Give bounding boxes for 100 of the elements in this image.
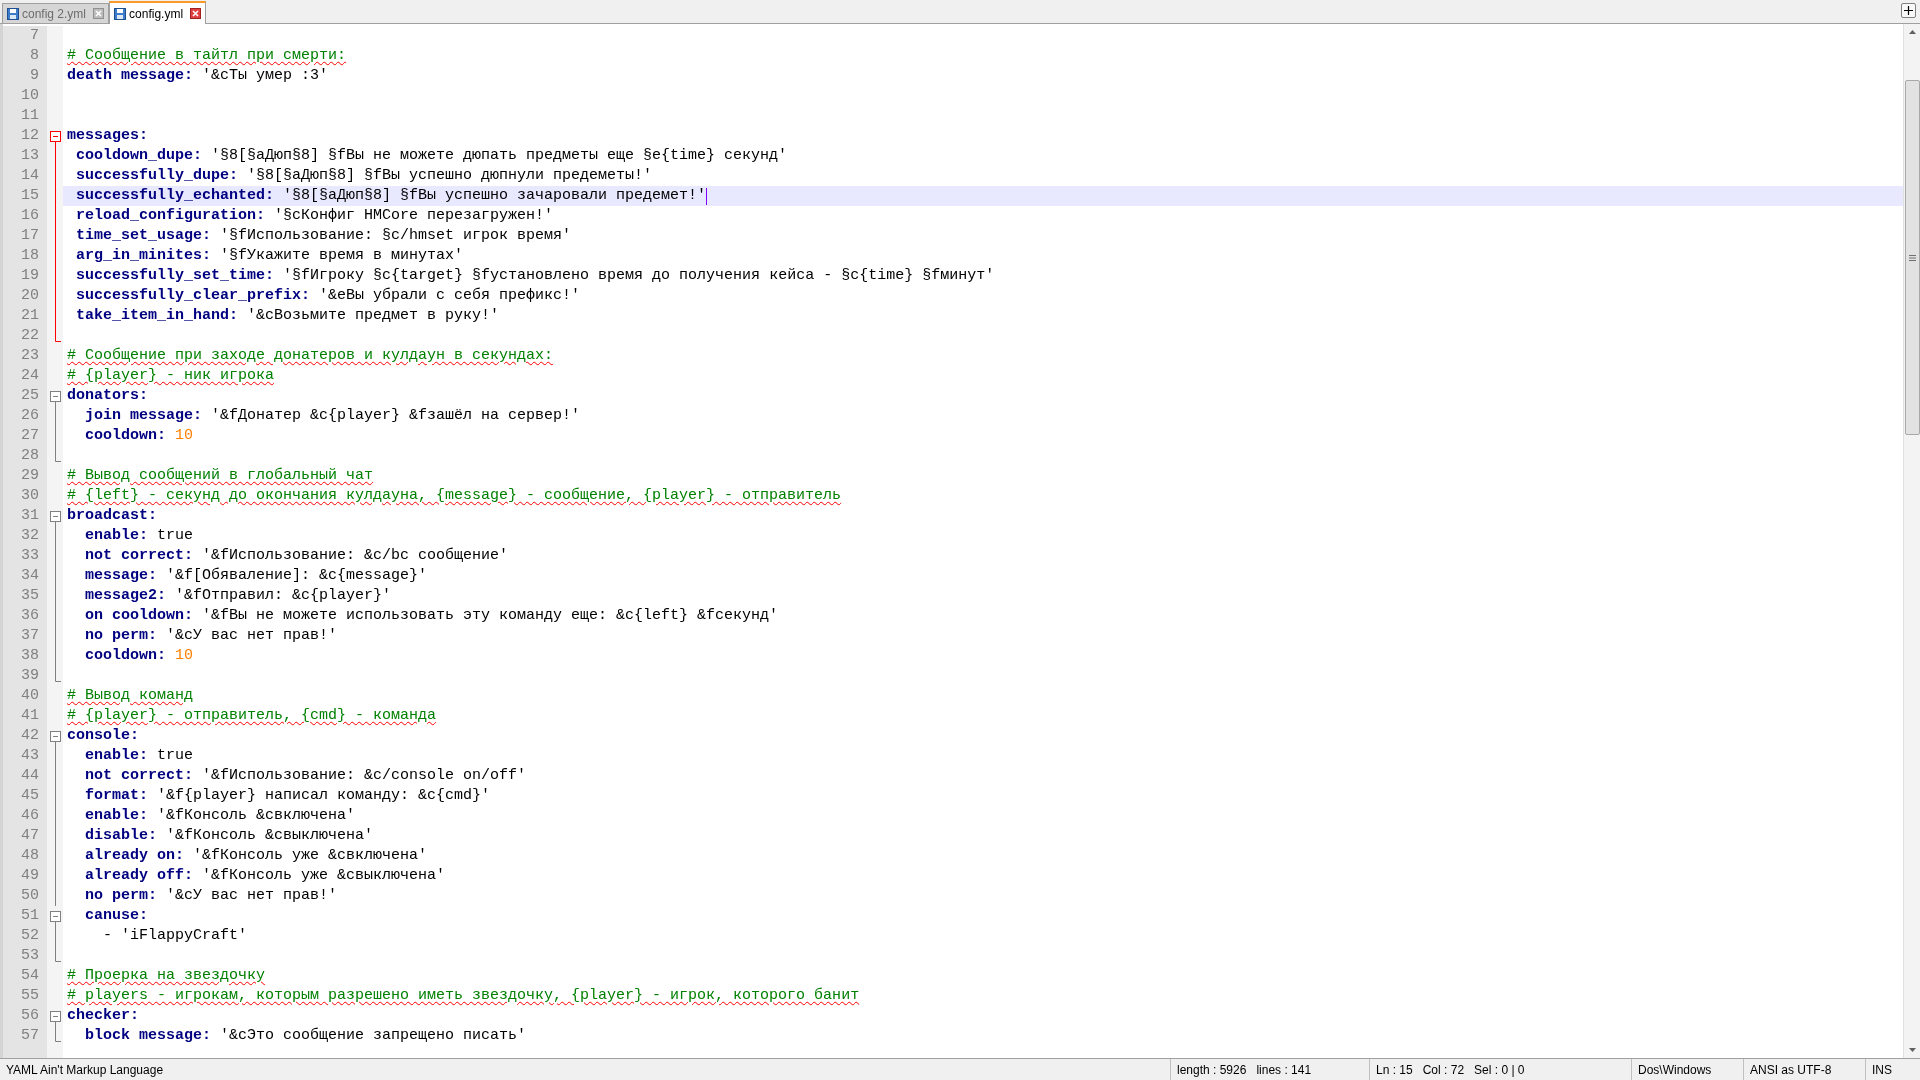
line-number: 51 [21, 907, 39, 924]
line-number: 32 [21, 527, 39, 544]
yaml-value: '&eВы убрали с себя префикс!' [319, 285, 581, 306]
code-comment: # {player} - отправитель, {cmd} - команда [67, 705, 437, 726]
status-text: Dos\Windows [1638, 1061, 1712, 1079]
yaml-value: '&fИспользование: &c/bc сообщение' [202, 545, 509, 566]
line-number: 57 [21, 1027, 39, 1044]
line-number: 42 [21, 727, 39, 744]
line-number: 38 [21, 647, 39, 664]
code-comment: # Вывод команд [67, 685, 194, 706]
status-text: YAML Ain't Markup Language [6, 1061, 164, 1079]
line-number: 26 [21, 407, 39, 424]
line-number: 30 [21, 487, 39, 504]
line-number: 11 [21, 107, 39, 124]
yaml-value: '&fКонсоль уже &cвыключена' [202, 865, 446, 886]
yaml-value: '&f[Обявaление]: &c{message}' [166, 565, 428, 586]
yaml-value: '§8[§aДюп§8] §fВы успешно зачаровали предемет!' [283, 185, 707, 206]
line-number: 56 [21, 1007, 39, 1024]
line-number: 45 [21, 787, 39, 804]
yaml-value: '§fИгроку §c{target} §fустановлено время до получения кейса - §c{time} §fминут' [283, 265, 995, 286]
code-comment: # Сообщение при заходе донатеров и кулдаун в секундах: [67, 345, 554, 366]
line-number: 19 [21, 267, 39, 284]
line-number: 20 [21, 287, 39, 304]
status-text: length : 5926 [1177, 1061, 1247, 1079]
line-number: 18 [21, 247, 39, 264]
line-number: 34 [21, 567, 39, 584]
yaml-value: '&fИспользование: &c/console on/off' [202, 765, 527, 786]
yaml-value: '&cТы умер :3' [202, 65, 329, 86]
line-number: 40 [21, 687, 39, 704]
line-number: 55 [21, 987, 39, 1004]
line-number: 48 [21, 847, 39, 864]
status-text: INS [1872, 1061, 1892, 1079]
code-comment: # Сообщение в тайтл при смерти: [67, 45, 347, 66]
line-number: 27 [21, 427, 39, 444]
line-number: 21 [21, 307, 39, 324]
line-number: 7 [30, 27, 39, 44]
yaml-value: '&cВозьмите предмет в руку!' [247, 305, 500, 326]
line-number: 50 [21, 887, 39, 904]
line-number: 17 [21, 227, 39, 244]
yaml-value: '&fВы не можете использовать эту команду еще: &c{left} &fсекунд' [202, 605, 779, 626]
status-text: ANSI as UTF-8 [1750, 1061, 1832, 1079]
status-text: Ln : 15 [1376, 1061, 1413, 1079]
code-comment: # {left} - секунд до окончания кулдауна, {message} - сообщение, {player} - отправитель [67, 485, 842, 506]
yaml-list-item: - 'iFlappyCraft' [102, 925, 248, 946]
code-comment: # players - игрокам, которым разрешено иметь звездочку, {player} - игрок, которого банит [67, 985, 860, 1006]
line-number: 43 [21, 747, 39, 764]
yaml-key: death message: [67, 64, 194, 88]
line-number: 9 [30, 67, 39, 84]
line-number: 31 [21, 507, 39, 524]
file-tab[interactable]: config.yml [109, 1, 207, 24]
line-number: 37 [21, 627, 39, 644]
line-number: 49 [21, 867, 39, 884]
line-number: 22 [21, 327, 39, 344]
line-number: 36 [21, 607, 39, 624]
yaml-value: '&fКонсоль &cвыключена' [166, 825, 374, 846]
yaml-value: '&cЭто сообщение запрещено писать' [220, 1025, 527, 1046]
line-number: 39 [21, 667, 39, 684]
line-number: 13 [21, 147, 39, 164]
yaml-value: '&cУ вас нет прав!' [166, 885, 338, 906]
line-number: 47 [21, 827, 39, 844]
yaml-value: '&fКонсоль уже &cвключена' [193, 845, 428, 866]
line-number: 44 [21, 767, 39, 784]
line-number: 23 [21, 347, 39, 364]
line-number: 25 [21, 387, 39, 404]
yaml-value: '&fДонатер &c{player} &fзашёл на сервер!' [211, 405, 581, 426]
line-number: 10 [21, 87, 39, 104]
line-number: 8 [30, 47, 39, 64]
status-text: lines : 141 [1256, 1061, 1312, 1079]
yaml-value: '§fИспользование: §c/hmset игрок время' [220, 225, 572, 246]
status-text: Col : 72 [1422, 1061, 1465, 1079]
line-number: 54 [21, 967, 39, 984]
line-number: 12 [21, 127, 39, 144]
yaml-value: '§cКонфиг HMCore перезагружен!' [274, 205, 554, 226]
line-number: 14 [21, 167, 39, 184]
line-number: 33 [21, 547, 39, 564]
code-comment: # {player} - ник игрока [67, 365, 275, 386]
code-comment: # Проерка на звездочку [67, 965, 266, 986]
line-number: 28 [21, 447, 39, 464]
line-number: 41 [21, 707, 39, 724]
yaml-value: '§fУкажите время в минутах' [220, 245, 464, 266]
yaml-value: '§8[§aДюп§8] §fВы успешно дюпнули предеметы!' [247, 165, 653, 186]
line-number: 24 [21, 367, 39, 384]
yaml-value: true [157, 525, 194, 546]
code-comment: # Вывод сообщений в глобальный чат [67, 465, 374, 486]
yaml-value: '&fОтправил: &c{player}' [175, 585, 392, 606]
line-number: 53 [21, 947, 39, 964]
yaml-value: '&f{player} написал команду: &c{cmd}' [157, 785, 491, 806]
yaml-value: '&fКонсоль &cвключена' [157, 805, 356, 826]
yaml-value: 10 [175, 425, 194, 446]
line-number: 15 [21, 187, 39, 204]
file-tab[interactable]: config 2.yml [2, 3, 110, 23]
line-number: 52 [21, 927, 39, 944]
yaml-value: '§8[§aДюп§8] §fВы не можете дюпать предметы еще §e{time} секунд' [211, 145, 788, 166]
line-number: 35 [21, 587, 39, 604]
yaml-value: 10 [175, 645, 194, 666]
line-number: 29 [21, 467, 39, 484]
line-number: 16 [21, 207, 39, 224]
line-number: 46 [21, 807, 39, 824]
yaml-value: '&cУ вас нет прав!' [166, 625, 338, 646]
status-text: Sel : 0 | 0 [1474, 1061, 1525, 1079]
